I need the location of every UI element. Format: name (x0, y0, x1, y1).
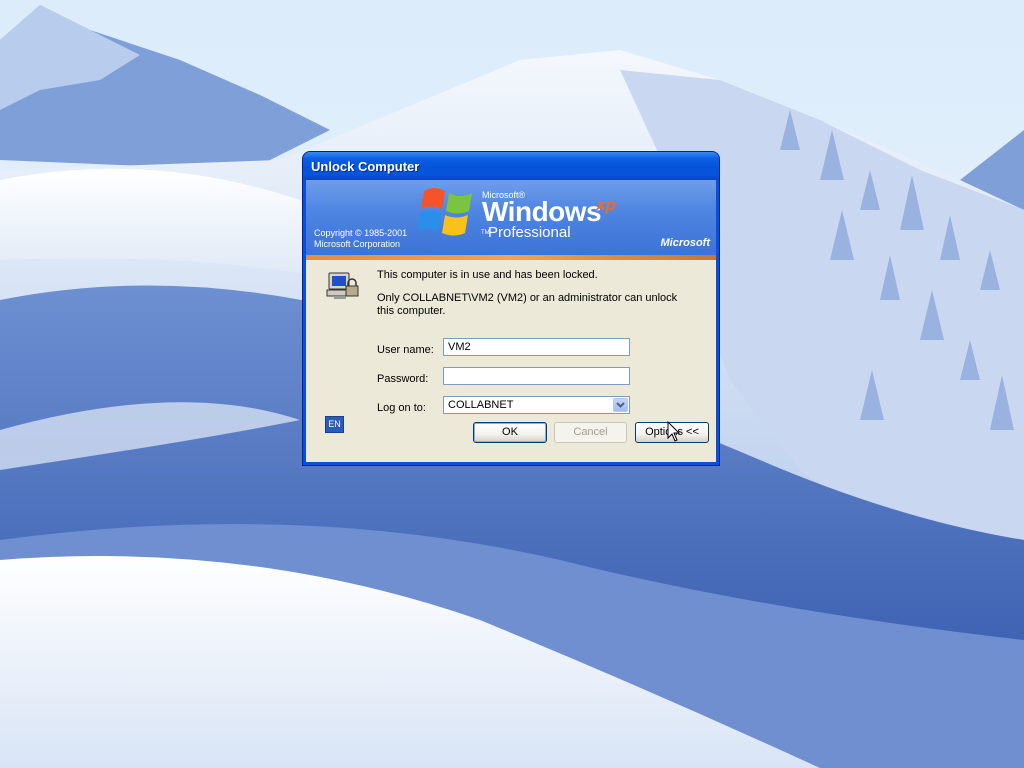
unlock-computer-dialog: Unlock Computer Copyright © 1985-2001 Mi… (303, 152, 719, 465)
dialog-titlebar[interactable]: Unlock Computer (303, 152, 719, 180)
mouse-pointer-icon (667, 421, 681, 442)
logon-to-value: COLLABNET (448, 399, 514, 411)
logon-to-label: Log on to: (377, 402, 426, 414)
xp-wordmark: xp (596, 195, 616, 214)
edition-text: Professional (488, 224, 571, 241)
cancel-button[interactable]: Cancel (554, 422, 627, 443)
dropdown-button[interactable] (613, 398, 628, 412)
username-field[interactable] (443, 338, 630, 356)
locked-message: This computer is in use and has been loc… (377, 269, 598, 281)
chevron-down-icon (616, 402, 625, 408)
username-label: User name: (377, 344, 434, 356)
ok-button[interactable]: OK (473, 422, 547, 443)
unlock-permission-message: Only COLLABNET\VM2 (VM2) or an administr… (377, 292, 678, 317)
copyright-line1: Copyright © 1985-2001 (314, 228, 408, 238)
password-label: Password: (377, 373, 429, 385)
locked-computer-icon (326, 272, 359, 299)
copyright-text: Copyright © 1985-2001 Microsoft Corporat… (314, 228, 407, 250)
dialog-body: This computer is in use and has been loc… (306, 260, 716, 462)
dialog-title: Unlock Computer (311, 159, 420, 174)
logon-to-select[interactable]: COLLABNET (443, 396, 630, 414)
windows-xp-banner: Copyright © 1985-2001 Microsoft Corporat… (306, 180, 716, 255)
windows-flag-icon (418, 188, 472, 236)
password-field[interactable] (443, 367, 630, 385)
language-indicator[interactable]: EN (325, 416, 344, 433)
copyright-line2: Microsoft Corporation (314, 239, 401, 249)
microsoft-logo: Microsoft (660, 237, 711, 249)
